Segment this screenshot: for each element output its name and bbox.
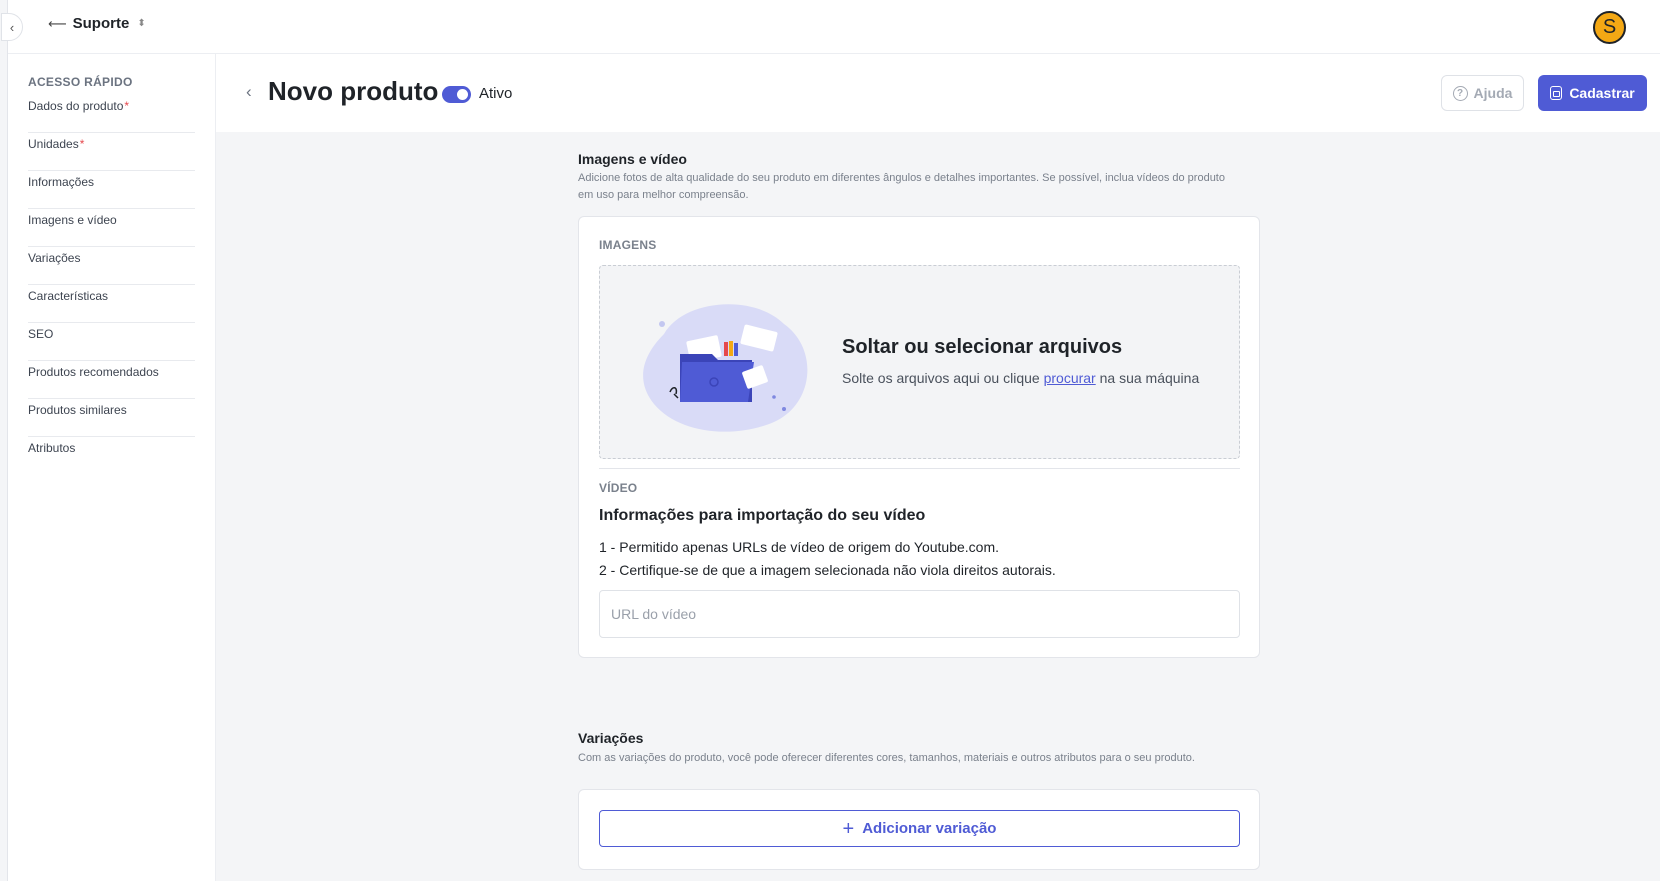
sidebar-item-produtos-recomendados[interactable]: Produtos recomendados [28,361,195,399]
top-bar: ⟵ Suporte ⬍ S [8,0,1660,54]
file-dropzone[interactable]: Soltar ou selecionar arquivos Solte os a… [599,265,1240,459]
sidebar-heading: ACESSO RÁPIDO [28,75,133,89]
add-variation-button[interactable]: + Adicionar variação [599,810,1240,847]
required-marker: * [124,99,130,113]
sidebar: ACESSO RÁPIDO Dados do produto * Unidades… [8,54,216,881]
store-name: Suporte [72,15,130,32]
video-url-input[interactable] [599,590,1240,638]
media-description-line: Adicione fotos de alta qualidade do seu … [578,172,1225,184]
media-section-title: Imagens e vídeo [578,151,687,167]
sidebar-item-label: Unidades [28,137,79,151]
sidebar-item-produtos-similares[interactable]: Produtos similares [28,399,195,437]
help-button[interactable]: ? Ajuda [1441,75,1524,111]
dropzone-subtitle: Solte os arquivos aqui ou clique procura… [842,370,1199,386]
variations-section-title: Variações [578,730,644,746]
submit-button-label: Cadastrar [1569,85,1635,101]
page-title: Novo produto [268,76,439,106]
sidebar-item-label: Variações [28,251,81,265]
media-section-description: Adicione fotos de alta qualidade do seu … [578,170,1225,204]
active-toggle[interactable] [442,86,471,103]
media-card: IMAGENS Soltar ou selecionar arquivos So… [578,216,1260,658]
active-toggle-label: Ativo [479,85,513,102]
variations-section-description: Com as variações do produto, você pode o… [578,752,1195,764]
video-rule: 2 - Certifique-se de que a imagem seleci… [599,562,1056,578]
help-button-label: Ajuda [1473,85,1513,101]
browse-link[interactable]: procurar [1044,370,1096,386]
dropzone-title: Soltar ou selecionar arquivos [842,336,1123,358]
add-variation-label: Adicionar variação [862,820,997,837]
sidebar-item-label: Dados do produto [28,99,124,113]
app-frame: ⟵ Suporte ⬍ S ‹ ACESSO RÁPIDO Dados do p… [1,0,1660,881]
sidebar-item-imagens-e-video[interactable]: Imagens e vídeo [28,209,195,247]
variations-card: + Adicionar variação [578,789,1260,870]
sidebar-item-informacoes[interactable]: Informações [28,171,195,209]
sidebar-item-variacoes[interactable]: Variações [28,247,195,285]
sidebar-item-unidades[interactable]: Unidades * [28,133,195,171]
sidebar-item-seo[interactable]: SEO [28,323,195,361]
upload-folder-illustration [643,304,808,432]
video-info-title: Informações para importação do seu vídeo [599,507,926,524]
submit-button[interactable]: Cadastrar [1538,75,1647,111]
required-marker: * [79,137,85,151]
back-button[interactable]: ‹ [246,82,252,102]
toggle-knob [457,89,468,100]
section-divider [599,468,1240,469]
sidebar-item-caracteristicas[interactable]: Características [28,285,195,323]
dropzone-subtitle-text: na sua máquina [1099,370,1200,386]
sidebar-item-atributos[interactable]: Atributos [28,437,195,475]
chevron-left-icon: ‹ [246,82,252,101]
question-circle-icon: ? [1452,85,1468,101]
sidebar-item-label: Produtos similares [28,403,127,417]
page-header: ‹ Novo produto Ativo ? Ajuda Cadastrar [216,54,1660,132]
sidebar-list: Dados do produto * Unidades * Informações … [28,95,195,475]
plus-icon: + [842,817,855,840]
arrow-icon: ⟵ [48,15,67,31]
video-label: VÍDEO [599,481,638,495]
store-switcher[interactable]: ⟵ Suporte ⬍ [48,15,146,32]
updown-caret-icon: ⬍ [137,18,146,29]
images-label: IMAGENS [599,238,657,252]
sidebar-item-label: Características [28,289,109,303]
sidebar-item-label: Atributos [28,441,76,455]
sidebar-item-label: Informações [28,175,95,189]
dropzone-subtitle-text: Solte os arquivos aqui ou clique [842,370,1040,386]
avatar[interactable]: S [1593,11,1626,44]
chevron-left-icon: ‹ [9,19,15,35]
save-icon [1550,86,1563,100]
sidebar-item-label: SEO [28,327,54,341]
video-rule: 1 - Permitido apenas URLs de vídeo de or… [599,539,1000,555]
media-description-line: em uso para melhor compreensão. [578,189,749,201]
sidebar-item-label: Imagens e vídeo [28,213,117,227]
sidebar-item-label: Produtos recomendados [28,365,159,379]
sidebar-item-dados-do-produto[interactable]: Dados do produto * [28,95,195,133]
